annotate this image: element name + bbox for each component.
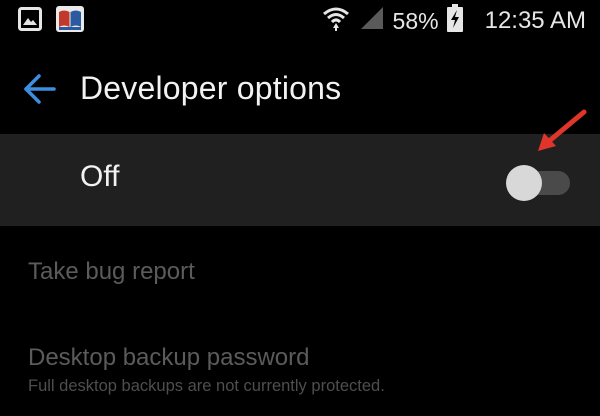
notification-icons	[18, 6, 84, 37]
toggle-thumb	[506, 165, 542, 201]
take-bug-report-title: Take bug report	[28, 258, 195, 285]
battery-charging-icon	[446, 4, 463, 37]
annotation-arrow-icon	[534, 106, 590, 156]
app-bar: Developer options	[0, 56, 600, 126]
signal-icon	[359, 5, 385, 36]
gallery-icon	[18, 7, 42, 36]
wifi-icon	[321, 4, 351, 37]
book-app-icon	[56, 6, 84, 37]
take-bug-report-item[interactable]: Take bug report	[0, 252, 600, 300]
page-title: Developer options	[80, 70, 342, 106]
back-arrow-icon[interactable]	[22, 72, 62, 106]
screen: 58% 12:35 AM Developer options Off Take …	[0, 0, 600, 416]
desktop-backup-password-summary: Full desktop backups are not currently p…	[28, 377, 385, 395]
clock: 12:35 AM	[484, 6, 586, 34]
master-switch-bar[interactable]: Off	[0, 134, 600, 226]
system-status: 58% 12:35 AM	[321, 4, 586, 37]
master-switch-label: Off	[80, 160, 120, 193]
desktop-backup-password-item[interactable]: Desktop backup password Full desktop bac…	[0, 340, 600, 404]
status-bar: 58% 12:35 AM	[0, 0, 600, 40]
developer-options-toggle[interactable]	[506, 165, 570, 201]
battery-percent: 58%	[392, 7, 439, 34]
desktop-backup-password-title: Desktop backup password	[28, 344, 310, 371]
